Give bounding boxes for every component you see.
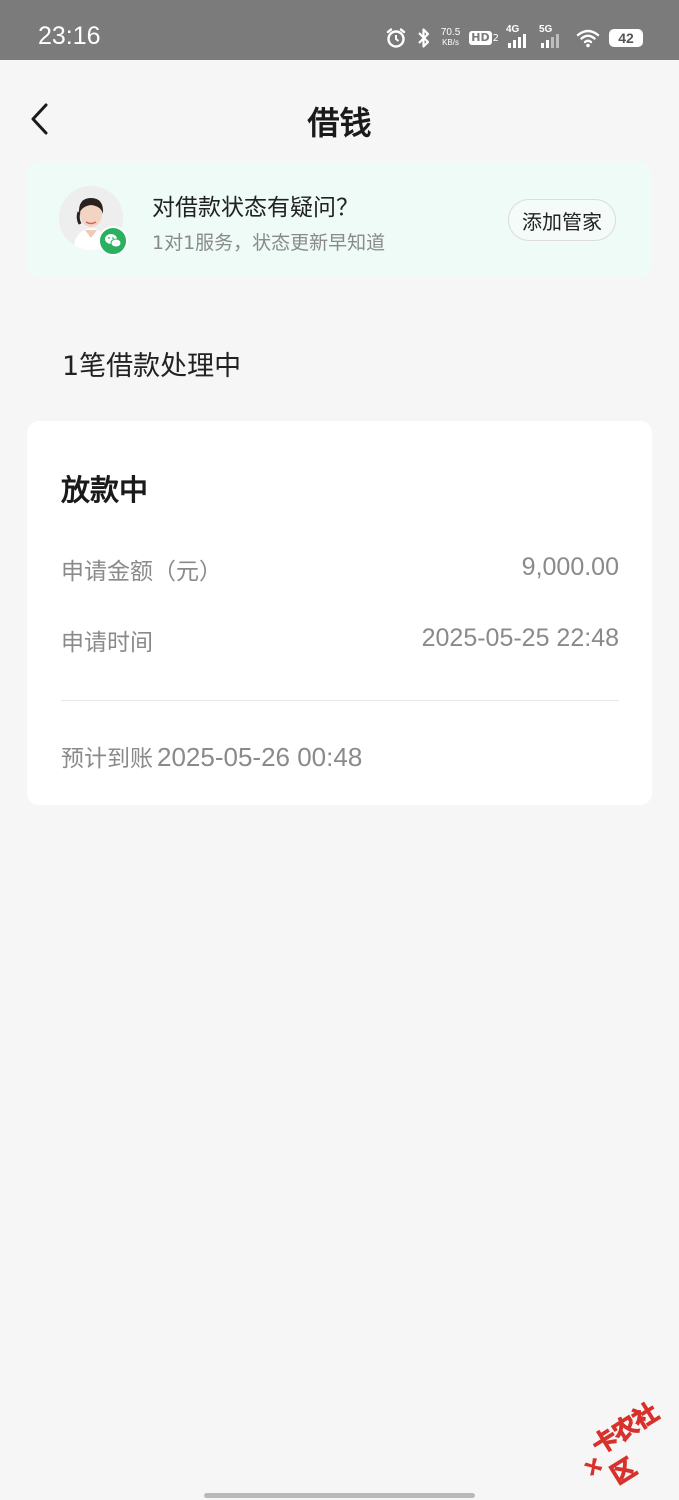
wifi-icon (576, 28, 600, 48)
network-speed: 70.5 KB/s (441, 28, 460, 48)
apply-time-label: 申请时间 (61, 630, 153, 656)
arrival-time: 2025-05-26 00:48 (157, 742, 363, 772)
apply-time-value: 2025-05-25 22:48 (421, 624, 619, 652)
arrival-label: 预计到账 (61, 746, 153, 772)
battery-icon: 42 (609, 29, 643, 47)
watermark: 卡农社区 (567, 1389, 679, 1500)
processing-count-title: 1笔借款处理中 (62, 351, 242, 382)
network-speed-unit: KB/s (442, 38, 459, 47)
sim1-signal-icon: 4G (506, 24, 532, 48)
network-speed-value: 70.5 (440, 27, 461, 38)
sim2-signal-icon: 5G (539, 24, 567, 48)
bluetooth-icon (416, 27, 432, 49)
status-time: 23:16 (38, 22, 101, 50)
sim2-network-type: 5G (539, 24, 553, 35)
status-bar: 23:16 70.5 KB/s HD 2 4G 5G 42 (0, 0, 679, 60)
page-title: 借钱 (307, 104, 372, 142)
wechat-icon (98, 226, 128, 256)
sim1-network-type: 4G (506, 24, 520, 35)
hd-voice-indicator: HD 2 (469, 31, 499, 45)
alarm-icon (385, 27, 407, 49)
home-indicator[interactable] (204, 1493, 475, 1498)
butler-banner[interactable]: 对借款状态有疑问？ 1对1服务，状态更新早知道 添加管家 (26, 162, 652, 278)
status-icons: 70.5 KB/s HD 2 4G 5G 42 (385, 24, 643, 52)
hd-icon: HD (469, 31, 492, 45)
add-butler-button[interactable]: 添加管家 (508, 199, 616, 241)
butler-title: 对借款状态有疑问？ (152, 195, 359, 221)
butler-subtitle: 1对1服务，状态更新早知道 (152, 232, 386, 254)
nav-header: 借钱 (0, 60, 679, 160)
loan-card[interactable]: 放款中 申请金额（元） 9,000.00 申请时间 2025-05-25 22:… (27, 421, 652, 805)
card-divider (61, 700, 619, 701)
amount-value: 9,000.00 (521, 553, 619, 581)
loan-status: 放款中 (61, 473, 149, 507)
expected-arrival: 预计到账 2025-05-26 00:48 (61, 739, 362, 773)
amount-label: 申请金额（元） (61, 559, 222, 585)
loan-page: 23:16 70.5 KB/s HD 2 4G 5G 42 借钱 对借款状态有疑… (0, 0, 679, 1500)
hd-sub: 2 (492, 32, 499, 44)
